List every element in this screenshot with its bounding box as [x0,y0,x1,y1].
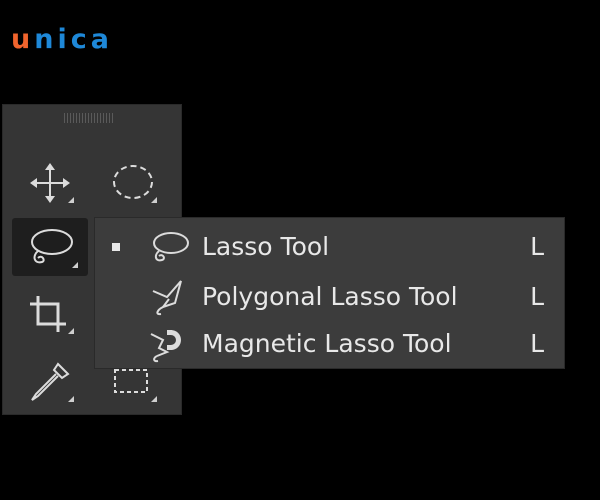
logo-first-letter: u [11,24,35,55]
lasso-tools-flyout-menu: Lasso Tool L Polygonal Lasso Tool L Magn… [94,217,565,369]
panel-grip-handle[interactable] [64,113,114,123]
menu-item-label: Lasso Tool [202,232,330,261]
magnetic-lasso-icon [150,330,181,363]
menu-item-magnetic-lasso-tool[interactable]: Magnetic Lasso Tool L [95,320,566,366]
submenu-indicator [151,396,157,402]
submenu-indicator [68,396,74,402]
polygonal-lasso-icon [152,280,182,316]
menu-item-shortcut: L [530,282,544,311]
menu-item-shortcut: L [530,232,544,261]
move-tool-button[interactable] [20,157,80,209]
logo-rest: nica [34,24,113,55]
menu-item-lasso-tool[interactable]: Lasso Tool L [95,223,566,269]
selected-bullet [112,243,120,251]
unica-logo: unica [11,26,113,53]
submenu-indicator [68,197,74,203]
menu-item-polygonal-lasso-tool[interactable]: Polygonal Lasso Tool L [95,273,566,319]
lasso-tool-button[interactable] [12,218,88,276]
submenu-indicator [151,197,157,203]
menu-item-shortcut: L [530,329,544,358]
submenu-indicator [68,328,74,334]
menu-item-label: Magnetic Lasso Tool [202,329,452,358]
screen: unica Lasso Tool L Polygonal Lasso Tool … [0,0,600,500]
lasso-icon [153,232,189,262]
submenu-indicator [72,262,78,268]
marquee-tool-button[interactable] [103,157,163,209]
eyedropper-tool-button[interactable] [20,356,80,408]
crop-tool-button[interactable] [20,288,80,340]
menu-item-label: Polygonal Lasso Tool [202,282,458,311]
